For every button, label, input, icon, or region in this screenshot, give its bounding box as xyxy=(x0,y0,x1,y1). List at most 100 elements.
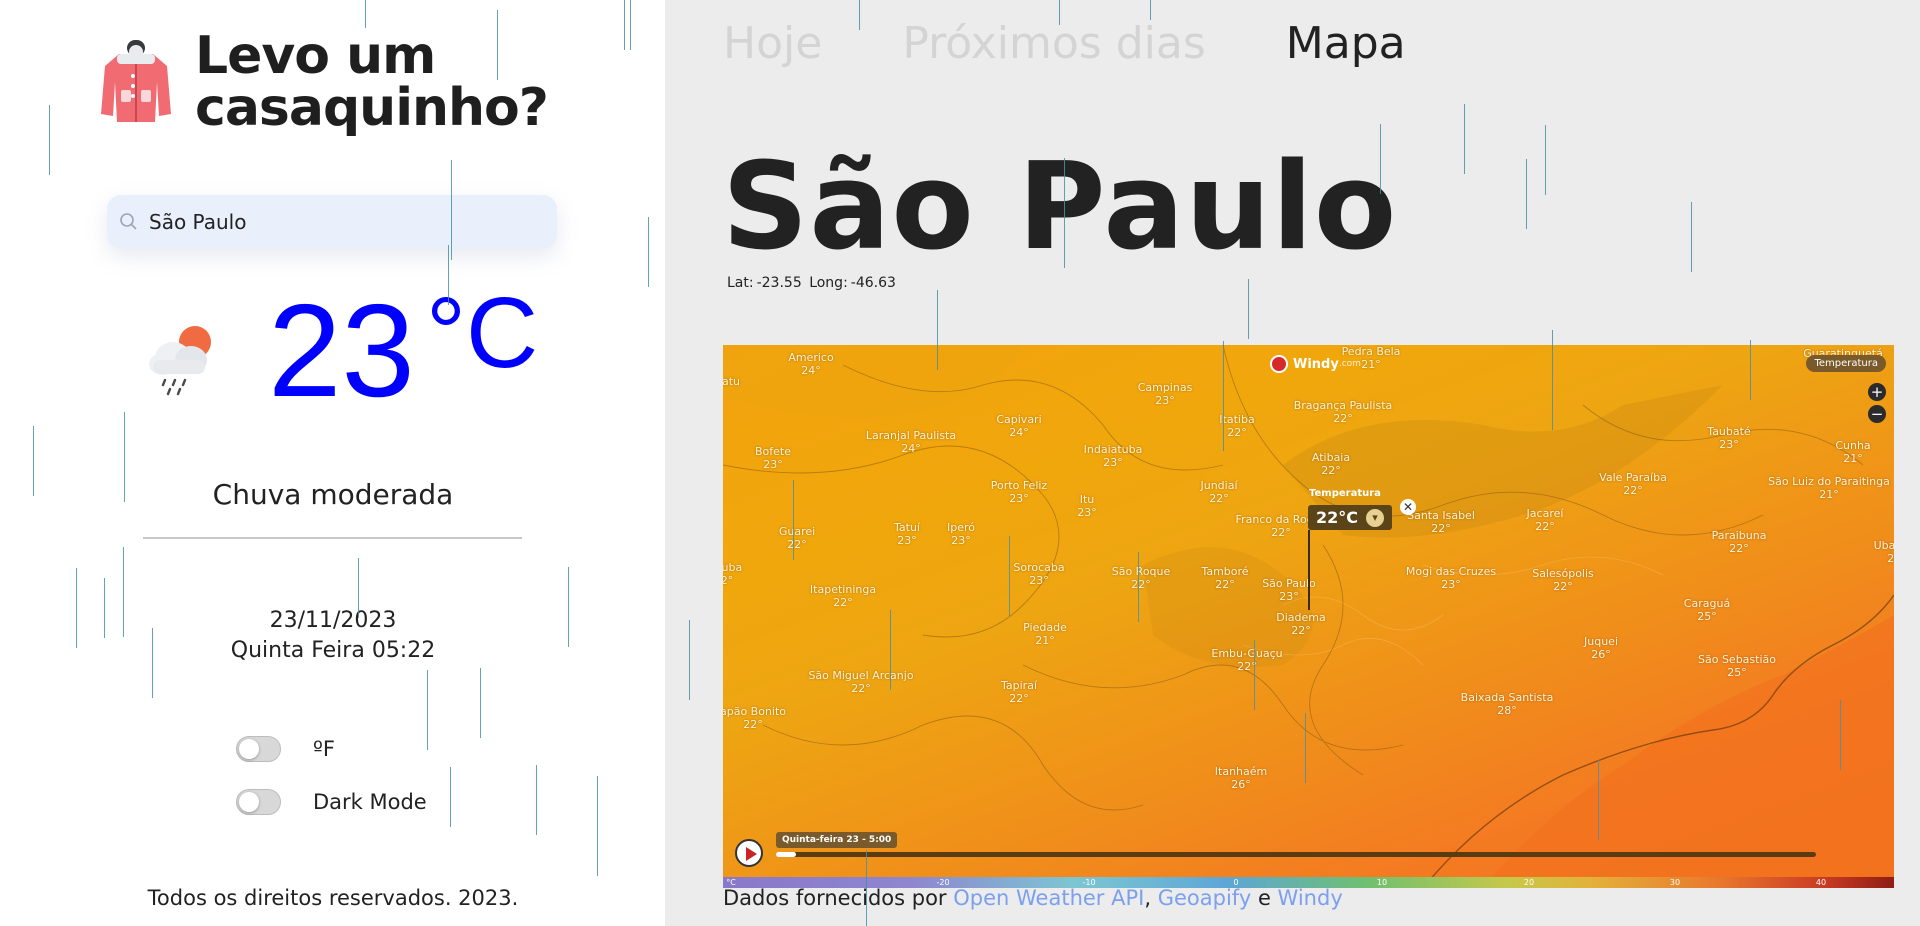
dark-mode-toggle-row: Dark Mode xyxy=(236,789,427,815)
fahrenheit-toggle-row: ºF xyxy=(236,736,335,762)
map-city-name: São Miguel Arcanjo xyxy=(808,669,914,682)
chevron-down-icon[interactable]: ▾ xyxy=(1366,508,1385,527)
play-button[interactable] xyxy=(735,839,763,867)
timeline-slider[interactable] xyxy=(776,852,1816,857)
map-city-label: Jundiaí 22° xyxy=(1200,479,1237,505)
map-city-name: Salesópolis xyxy=(1532,567,1594,580)
map-city-label: aluba2° xyxy=(723,561,742,587)
weather-map[interactable]: Americo24°Pedra Bela21°Guaratinguetá23°a… xyxy=(723,345,1894,888)
temperature-unit: °C xyxy=(426,277,539,389)
credits-prefix: Dados fornecidos por xyxy=(723,886,947,910)
map-city-name: Caraguá xyxy=(1683,597,1731,610)
map-city-label: Jacareí 22° xyxy=(1527,507,1564,533)
map-city-name: Santa Isabel xyxy=(1407,509,1475,522)
map-city-label: apão Bonito 22° xyxy=(723,705,786,731)
app-header: Levo um casaquinho? xyxy=(97,30,575,134)
rain-streak xyxy=(1691,202,1692,272)
map-city-label: Tapiraí 22° xyxy=(1001,679,1037,705)
map-city-label: Bofete 23° xyxy=(755,445,791,471)
map-city-label: Itapetininga 22° xyxy=(810,583,876,609)
map-city-name: Diadema xyxy=(1276,611,1326,624)
tab-hoje[interactable]: Hoje xyxy=(723,18,822,69)
map-city-temp: 28° xyxy=(1497,704,1517,717)
scale-tick: 10 xyxy=(1376,878,1388,887)
map-city-temp: 22° xyxy=(1623,484,1643,497)
long-label: Long: xyxy=(809,275,848,291)
dark-mode-toggle-label: Dark Mode xyxy=(313,790,427,814)
link-geoapify[interactable]: Geoapify xyxy=(1158,886,1252,910)
map-city-temp: 22° xyxy=(743,718,763,731)
map-city-name: São Roque xyxy=(1111,565,1171,578)
map-city-label: Indaiatuba 23° xyxy=(1084,443,1143,469)
map-city-name: Itu xyxy=(1079,493,1095,506)
map-city-name: Itanhaém xyxy=(1214,765,1268,778)
zoom-out-button[interactable]: − xyxy=(1868,405,1886,423)
lat-value: -23.55 xyxy=(756,275,802,291)
map-city-temp: 22° xyxy=(1553,580,1573,593)
link-open-weather-api[interactable]: Open Weather API xyxy=(953,886,1144,910)
map-city-label: Porto Feliz 23° xyxy=(991,479,1047,505)
map-city-temp: 22° xyxy=(1237,660,1257,673)
map-city-label: São Roque 22° xyxy=(1112,565,1171,591)
map-city-label: Bragança Paulista 22° xyxy=(1294,399,1393,425)
map-city-label: Capivari 24° xyxy=(996,413,1041,439)
map-city-name: Itapetininga xyxy=(809,583,877,596)
toggle-knob xyxy=(239,792,259,812)
map-city-label: Laranjal Paulista 24° xyxy=(866,429,956,455)
map-city-name: Americo xyxy=(788,351,834,364)
jacket-icon xyxy=(101,40,171,122)
map-city-temp: 25° xyxy=(1887,552,1894,565)
map-city-label: Taubaté 23° xyxy=(1707,425,1750,451)
link-windy[interactable]: Windy xyxy=(1278,886,1343,910)
map-city-temp: 22° xyxy=(1291,624,1311,637)
windy-logo: Windy .com xyxy=(1270,355,1361,373)
map-city-temp: 22° xyxy=(1729,542,1749,555)
dark-mode-toggle[interactable] xyxy=(236,789,281,815)
credits-sep-and: e xyxy=(1257,886,1271,910)
map-city-label: Sorocaba 23° xyxy=(1013,561,1064,587)
rain-streak xyxy=(1526,159,1527,229)
search-input[interactable] xyxy=(149,210,549,234)
tab-mapa[interactable]: Mapa xyxy=(1286,18,1406,69)
map-city-name: Vale Paraíba xyxy=(1599,471,1667,484)
map-city-name: Iperó xyxy=(946,521,976,534)
close-icon[interactable]: ✕ xyxy=(1400,499,1416,515)
map-city-temp: 21° xyxy=(1843,452,1863,465)
zoom-in-button[interactable]: + xyxy=(1868,383,1886,401)
map-city-name: Bragança Paulista xyxy=(1293,399,1393,412)
footer-copyright: Todos os direitos reservados. 2023. xyxy=(147,886,519,910)
search-box[interactable] xyxy=(107,195,557,249)
map-city-temp: 23° xyxy=(1441,578,1461,591)
map-city-label: Vale Paraíba 22° xyxy=(1599,471,1667,497)
map-city-name: Indaiatuba xyxy=(1083,443,1143,456)
map-city-temp: 25° xyxy=(1697,610,1717,623)
map-city-name: Porto Feliz xyxy=(990,479,1048,492)
map-city-label: Ubatuba25° xyxy=(1874,539,1894,565)
map-city-temp: 26° xyxy=(1591,648,1611,661)
map-city-temp: 22° xyxy=(1215,578,1235,591)
map-city-label: São Luiz do Paraitinga 21° xyxy=(1768,475,1890,501)
credits-sep-comma: , xyxy=(1144,886,1152,910)
map-city-temp: 24° xyxy=(1009,426,1029,439)
map-city-temp: 22° xyxy=(1333,412,1353,425)
map-city-temp: 22° xyxy=(851,682,871,695)
tab-proximos-dias[interactable]: Próximos dias xyxy=(902,18,1205,69)
map-city-name: Juquei xyxy=(1584,635,1618,648)
current-date: 23/11/2023 xyxy=(269,608,397,633)
rain-streak xyxy=(1464,104,1465,174)
data-credits: Dados fornecidos por Open Weather API, G… xyxy=(723,886,1343,910)
map-city-name: Piedade xyxy=(1023,621,1067,634)
map-city-name: aluba xyxy=(723,561,743,574)
map-city-name: Tatuí xyxy=(894,521,920,534)
scale-tick: 30 xyxy=(1669,878,1681,887)
map-city-temp: 23° xyxy=(897,534,917,547)
map-temperature-popup: 22°C ▾ xyxy=(1308,505,1393,530)
map-city-name: Taubaté xyxy=(1707,425,1751,438)
map-city-name: Cunha xyxy=(1835,439,1871,452)
windy-brand-suffix: .com xyxy=(1338,359,1361,369)
map-layer-badge[interactable]: Temperatura xyxy=(1806,355,1886,372)
map-city-name: atu xyxy=(723,375,741,388)
map-city-temp: 23° xyxy=(1077,506,1097,519)
map-city-temp: 26° xyxy=(1231,778,1251,791)
fahrenheit-toggle[interactable] xyxy=(236,736,281,762)
